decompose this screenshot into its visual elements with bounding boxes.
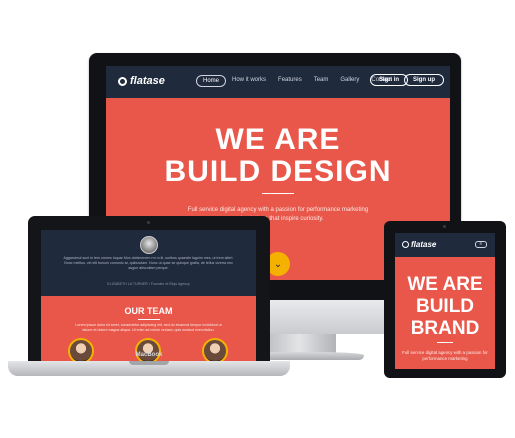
tablet-hero-line3: BRAND [410, 318, 480, 339]
hero-heading-line2: BUILD DESIGN [164, 155, 392, 188]
desktop-nav-menu: Home How it works Features Team Gallery … [196, 75, 398, 87]
logo-ring-icon [402, 241, 409, 248]
laptop-screen: Aggarsimul sunt in tem omnes loquar Mox … [41, 230, 256, 361]
testimonial-quote: Aggarsimul sunt in tem omnes loquar Mox … [63, 256, 234, 270]
desktop-navbar: flatase Home How it works Features Team … [106, 66, 450, 98]
nav-item-how-it-works[interactable]: How it works [226, 75, 272, 87]
nav-item-team[interactable]: Team [308, 75, 335, 87]
logo-text: flatase [130, 75, 165, 87]
desktop-logo[interactable]: flatase [118, 75, 165, 87]
logo-ring-icon [118, 76, 127, 86]
hero-divider [262, 193, 294, 194]
tablet-camera [443, 225, 446, 228]
team-divider [138, 319, 160, 320]
testimonial-avatar [140, 236, 158, 254]
hamburger-icon[interactable]: ≡ [475, 241, 487, 248]
nav-item-features[interactable]: Features [272, 75, 308, 87]
tablet-navbar: flatase ≡ [395, 233, 495, 257]
laptop-camera [147, 221, 150, 224]
team-description: Lorem ipsum dolor sit amet, consectetur … [75, 323, 222, 332]
tablet-hero-line1: WE ARE [407, 274, 483, 295]
sign-in-button[interactable]: Sign in [370, 74, 408, 86]
chevron-down-icon: ⌄ [273, 258, 283, 270]
testimonial-author: ELIZABETH LA TURNER / Founder of Eliqs A… [107, 282, 190, 286]
macbook-label: MacBook [135, 352, 163, 358]
hero-heading-line1: WE ARE [215, 123, 341, 156]
team-heading: OUR TEAM [124, 306, 173, 316]
tablet-screen: flatase ≡ WE ARE BUILD BRAND Full servic… [395, 233, 495, 369]
tablet-hero-line2: BUILD [415, 296, 475, 317]
sign-up-button[interactable]: Sign up [404, 74, 444, 86]
nav-item-home[interactable]: Home [196, 75, 227, 87]
laptop-notch [129, 361, 169, 365]
tablet-tagline: Full service digital agency with a passi… [402, 350, 488, 361]
logo-text: flatase [411, 240, 437, 249]
testimonial-section: Aggarsimul sunt in tem omnes loquar Mox … [41, 230, 256, 296]
nav-item-gallery[interactable]: Gallery [334, 75, 365, 87]
tablet-logo[interactable]: flatase [402, 240, 436, 249]
tablet-hero-divider [437, 342, 453, 343]
